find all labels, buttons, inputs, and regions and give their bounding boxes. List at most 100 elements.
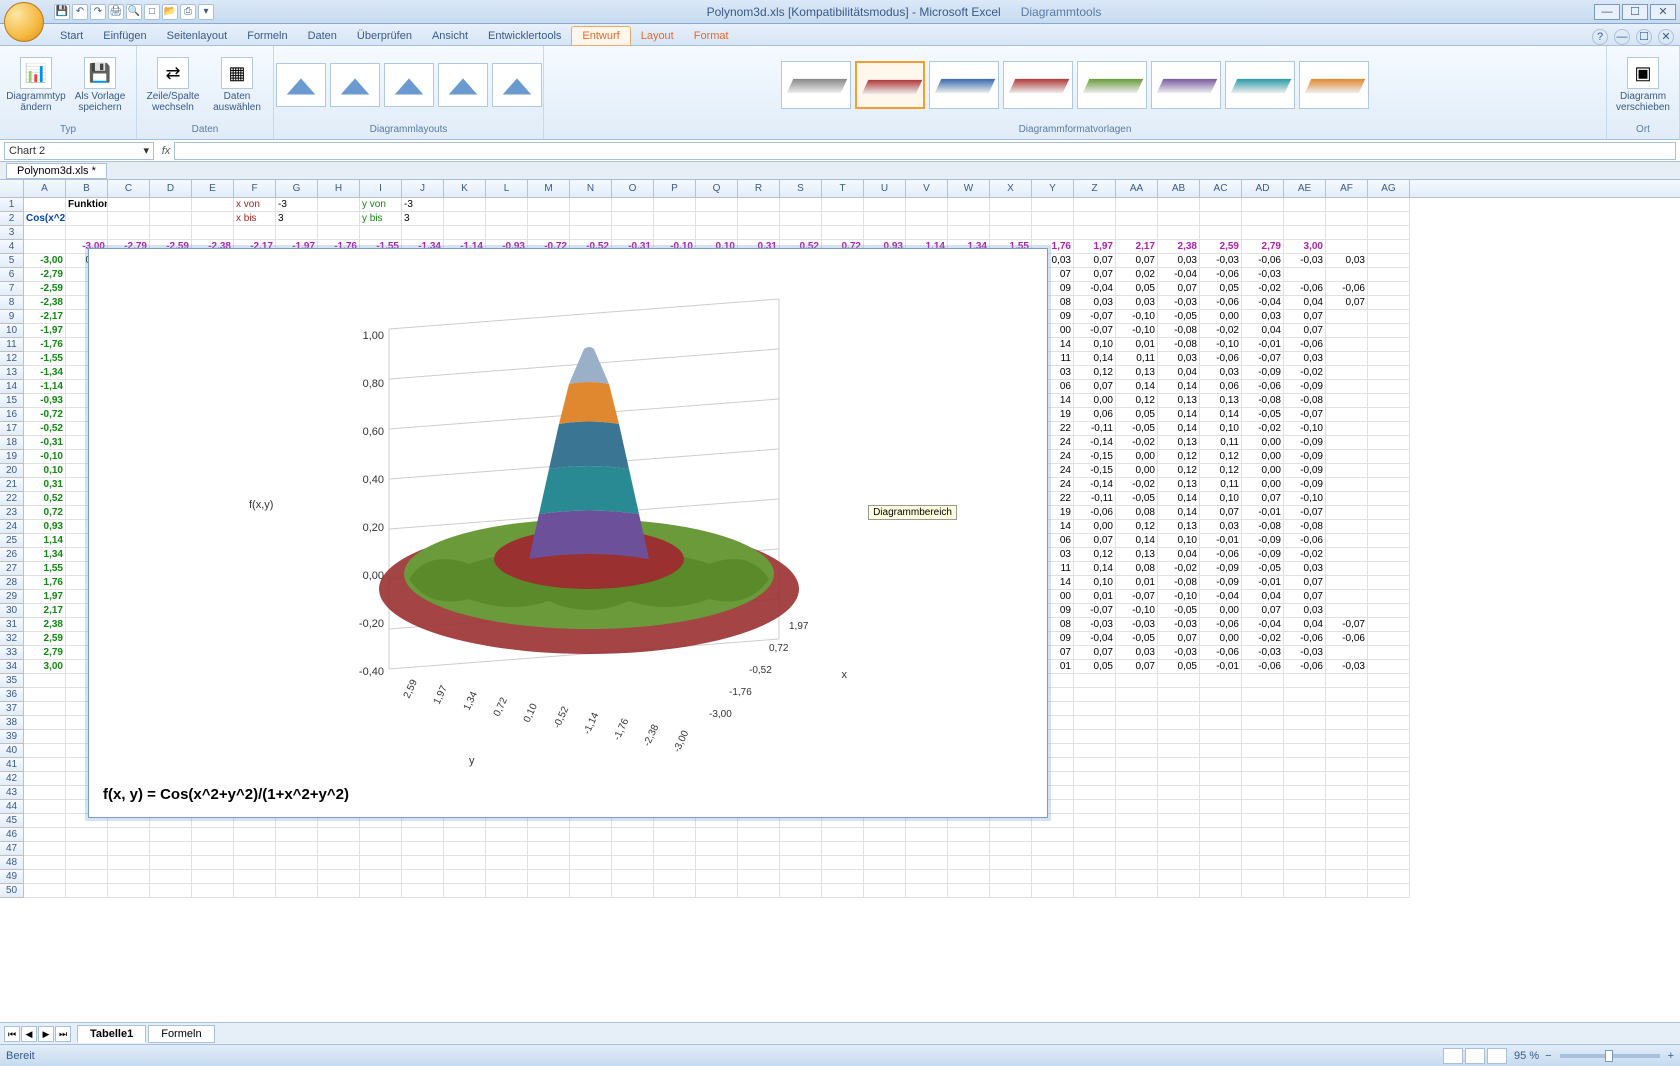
cell[interactable]: -0,07 — [1326, 618, 1368, 632]
cell[interactable] — [66, 884, 108, 898]
cell[interactable] — [528, 226, 570, 240]
qat-dropdown-icon[interactable]: ▾ — [198, 4, 214, 20]
cell[interactable] — [948, 226, 990, 240]
row-header[interactable]: 38 — [0, 716, 24, 730]
cell[interactable] — [1074, 786, 1116, 800]
cell[interactable] — [1074, 828, 1116, 842]
cell[interactable] — [948, 870, 990, 884]
cell[interactable] — [1200, 226, 1242, 240]
minimize-button[interactable]: — — [1594, 4, 1620, 20]
cell[interactable] — [1368, 828, 1410, 842]
cell[interactable] — [1242, 800, 1284, 814]
cell[interactable]: 0,07 — [1074, 268, 1116, 282]
cell[interactable]: -0,02 — [1242, 282, 1284, 296]
cell[interactable] — [570, 884, 612, 898]
cell[interactable] — [990, 226, 1032, 240]
cell[interactable] — [948, 856, 990, 870]
cell[interactable]: -0,05 — [1242, 562, 1284, 576]
cell[interactable]: -0,10 — [1284, 492, 1326, 506]
cell[interactable] — [192, 828, 234, 842]
col-header[interactable]: AE — [1284, 180, 1326, 197]
zoom-out-icon[interactable]: − — [1545, 1050, 1551, 1062]
cell[interactable] — [150, 842, 192, 856]
cell[interactable] — [444, 226, 486, 240]
cell[interactable] — [192, 870, 234, 884]
col-header[interactable]: B — [66, 180, 108, 197]
cell[interactable]: 0,00 — [1242, 436, 1284, 450]
cell[interactable] — [24, 702, 66, 716]
select-data-button[interactable]: ▦Daten auswählen — [207, 54, 267, 116]
cell[interactable] — [402, 828, 444, 842]
cell[interactable] — [192, 226, 234, 240]
row-header[interactable]: 26 — [0, 548, 24, 562]
cell[interactable]: 2,79 — [24, 646, 66, 660]
row-header[interactable]: 5 — [0, 254, 24, 268]
cell[interactable] — [738, 226, 780, 240]
cell[interactable] — [654, 226, 696, 240]
cell[interactable] — [654, 212, 696, 226]
cell[interactable] — [1368, 464, 1410, 478]
cell[interactable]: -0,08 — [1242, 520, 1284, 534]
row-header[interactable]: 2 — [0, 212, 24, 226]
cell[interactable]: -0,06 — [1284, 282, 1326, 296]
cell[interactable]: 0,08 — [1116, 562, 1158, 576]
cell[interactable] — [1242, 212, 1284, 226]
cell[interactable]: -0,03 — [1158, 646, 1200, 660]
col-header[interactable]: T — [822, 180, 864, 197]
cell[interactable] — [1032, 198, 1074, 212]
col-header[interactable]: O — [612, 180, 654, 197]
chart-layout-thumb[interactable] — [438, 63, 488, 107]
quickprint-icon[interactable]: ⎙ — [180, 4, 196, 20]
cell[interactable] — [738, 870, 780, 884]
help-icon[interactable]: ? — [1592, 29, 1608, 45]
cell[interactable]: -0,03 — [1116, 618, 1158, 632]
cell[interactable]: -0,09 — [1242, 534, 1284, 548]
cell[interactable] — [780, 212, 822, 226]
cell[interactable] — [1242, 226, 1284, 240]
cell[interactable] — [1242, 674, 1284, 688]
cell[interactable] — [24, 198, 66, 212]
cell[interactable] — [24, 688, 66, 702]
cell[interactable] — [1158, 786, 1200, 800]
cell[interactable]: 0,06 — [1200, 380, 1242, 394]
preview-icon[interactable]: 🔍 — [126, 4, 142, 20]
cell[interactable] — [864, 198, 906, 212]
cell[interactable] — [1284, 730, 1326, 744]
cell[interactable]: -0,04 — [1074, 632, 1116, 646]
cell[interactable]: -3 — [402, 198, 444, 212]
cell[interactable] — [108, 842, 150, 856]
cell[interactable]: 0,03 — [1116, 296, 1158, 310]
cell[interactable]: -0,02 — [1242, 632, 1284, 646]
cell[interactable]: -0,09 — [1200, 562, 1242, 576]
cell[interactable] — [66, 212, 108, 226]
cell[interactable] — [1158, 744, 1200, 758]
change-chart-type-button[interactable]: 📊Diagrammtyp ändern — [6, 54, 66, 116]
cell[interactable] — [1242, 856, 1284, 870]
cell[interactable] — [1326, 744, 1368, 758]
cell[interactable] — [276, 856, 318, 870]
cell[interactable] — [24, 800, 66, 814]
cell[interactable]: 0,07 — [1158, 282, 1200, 296]
cell[interactable]: 0,14 — [1158, 492, 1200, 506]
cell[interactable]: 0,07 — [1074, 380, 1116, 394]
embedded-chart[interactable]: Diagrammbereich f(x,y) x y f(x, y) = Cos… — [88, 248, 1048, 818]
ribbon-minimize-icon[interactable]: — — [1614, 29, 1630, 45]
col-header[interactable]: Y — [1032, 180, 1074, 197]
cell[interactable]: 0,11 — [1200, 436, 1242, 450]
cell[interactable]: 0,00 — [1074, 520, 1116, 534]
cell[interactable] — [1032, 828, 1074, 842]
chart-style-thumb[interactable] — [1077, 61, 1147, 109]
cell[interactable]: x von — [234, 198, 276, 212]
cell[interactable]: -0,07 — [1074, 310, 1116, 324]
cell[interactable] — [444, 198, 486, 212]
cell[interactable] — [948, 828, 990, 842]
sheet-nav-next-icon[interactable]: ▶ — [38, 1026, 54, 1042]
col-header[interactable]: I — [360, 180, 402, 197]
cell[interactable] — [276, 870, 318, 884]
cell[interactable] — [360, 856, 402, 870]
cell[interactable]: 0,12 — [1116, 520, 1158, 534]
tab-layout[interactable]: Layout — [631, 27, 684, 45]
cell[interactable] — [1368, 632, 1410, 646]
col-header[interactable]: V — [906, 180, 948, 197]
row-header[interactable]: 37 — [0, 702, 24, 716]
